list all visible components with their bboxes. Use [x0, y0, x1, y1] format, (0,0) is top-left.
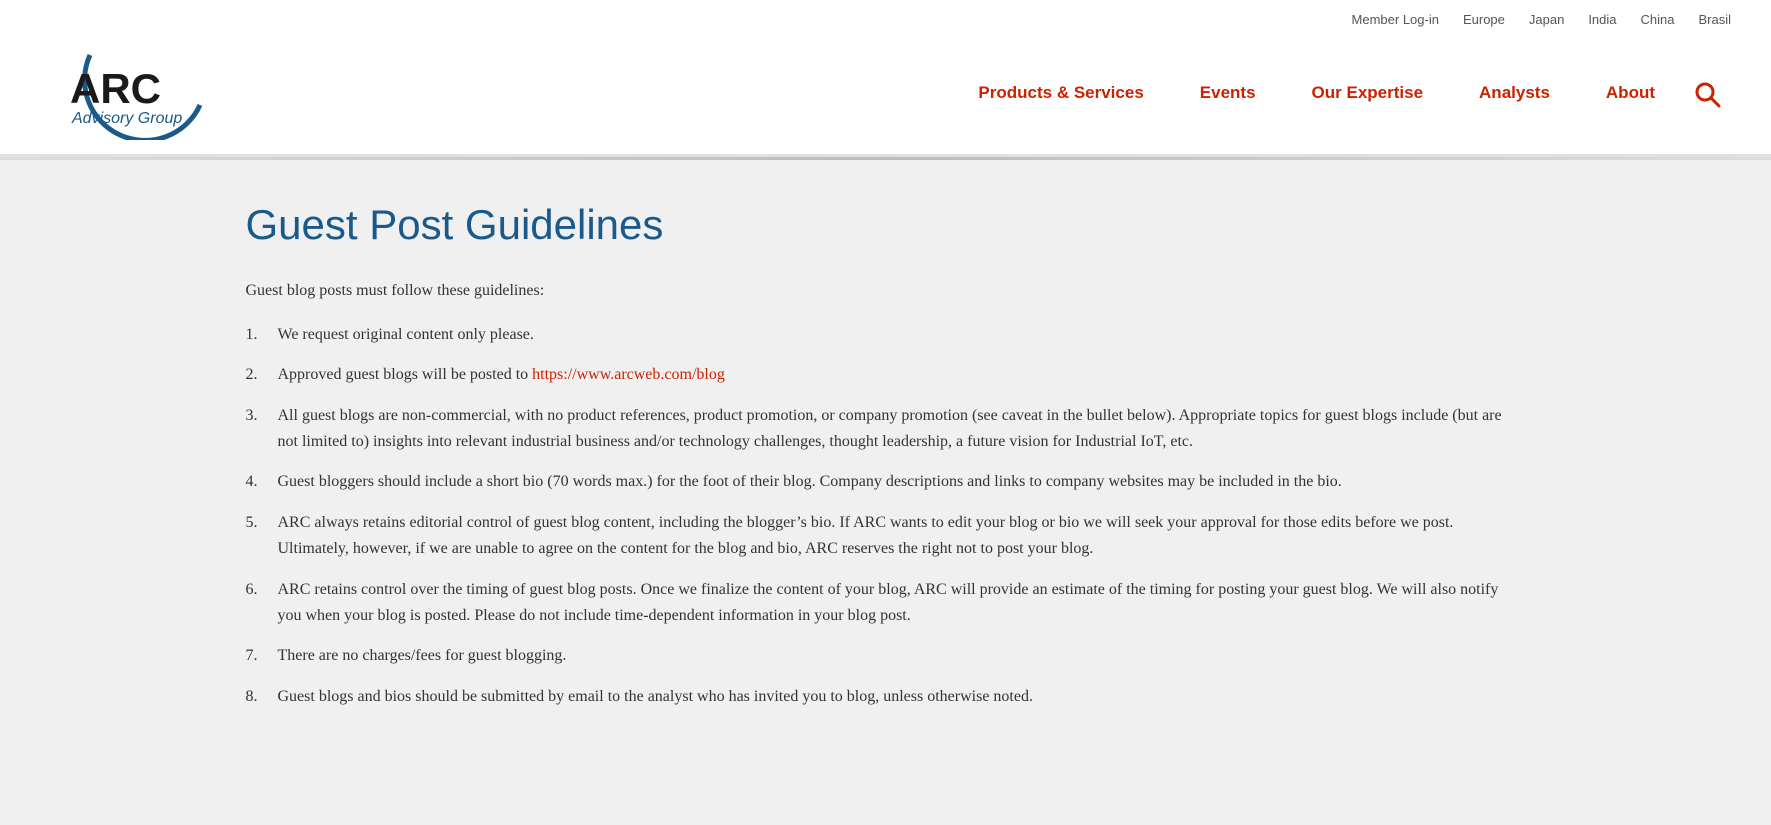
logo-svg: ARC Advisory Group — [40, 45, 220, 140]
list-item: ARC retains control over the timing of g… — [246, 577, 1526, 630]
search-icon — [1693, 80, 1721, 108]
nav-analysts[interactable]: Analysts — [1451, 49, 1578, 139]
search-button[interactable] — [1683, 60, 1731, 128]
nav-events[interactable]: Events — [1172, 49, 1284, 139]
nav-our-expertise[interactable]: Our Expertise — [1284, 49, 1452, 139]
list-item: Guest bloggers should include a short bi… — [246, 469, 1526, 495]
logo[interactable]: ARC Advisory Group — [40, 35, 220, 154]
list-item: Guest blogs and bios should be submitted… — [246, 684, 1526, 710]
list-item: All guest blogs are non-commercial, with… — [246, 403, 1526, 456]
top-bar: Member Log-in Europe Japan India China B… — [40, 0, 1731, 35]
list-item: ARC always retains editorial control of … — [246, 510, 1526, 563]
list-item-text: Guest bloggers should include a short bi… — [278, 469, 1342, 495]
svg-text:Advisory Group: Advisory Group — [71, 110, 182, 127]
list-item-text: Approved guest blogs will be posted to h… — [278, 362, 725, 388]
intro-text: Guest blog posts must follow these guide… — [246, 278, 1526, 304]
list-item-text: All guest blogs are non-commercial, with… — [278, 403, 1526, 456]
list-item-text: Guest blogs and bios should be submitted… — [278, 684, 1033, 710]
list-item: Approved guest blogs will be posted to h… — [246, 362, 1526, 388]
europe-link[interactable]: Europe — [1463, 10, 1505, 31]
member-login-link[interactable]: Member Log-in — [1352, 10, 1439, 31]
brasil-link[interactable]: Brasil — [1698, 10, 1731, 31]
list-item: There are no charges/fees for guest blog… — [246, 643, 1526, 669]
site-header: Member Log-in Europe Japan India China B… — [0, 0, 1771, 157]
list-item-text: We request original content only please. — [278, 322, 534, 348]
india-link[interactable]: India — [1588, 10, 1616, 31]
nav-products-services[interactable]: Products & Services — [950, 49, 1171, 139]
blog-link[interactable]: https://www.arcweb.com/blog — [532, 366, 725, 383]
main-content: Guest Post Guidelines Guest blog posts m… — [186, 160, 1586, 784]
header-main: ARC Advisory Group Products & Services E… — [40, 35, 1731, 154]
page-title: Guest Post Guidelines — [246, 200, 1526, 250]
main-nav: Products & Services Events Our Expertise… — [950, 49, 1731, 139]
nav-about[interactable]: About — [1578, 49, 1683, 139]
china-link[interactable]: China — [1641, 10, 1675, 31]
list-item-text: There are no charges/fees for guest blog… — [278, 643, 567, 669]
japan-link[interactable]: Japan — [1529, 10, 1564, 31]
list-item: We request original content only please. — [246, 322, 1526, 348]
list-item-text: ARC always retains editorial control of … — [278, 510, 1526, 563]
guidelines-list: We request original content only please.… — [246, 322, 1526, 710]
svg-text:ARC: ARC — [70, 65, 161, 112]
list-item-text: ARC retains control over the timing of g… — [278, 577, 1526, 630]
